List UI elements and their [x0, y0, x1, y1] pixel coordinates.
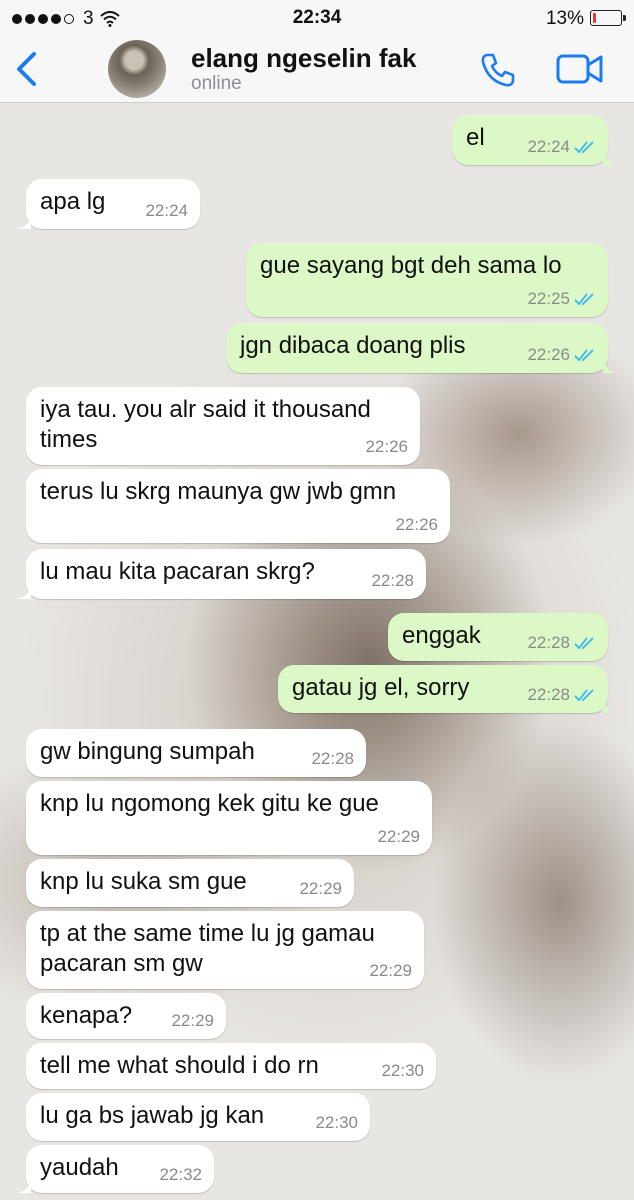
incoming-message-bubble[interactable]: yaudah 22:32 — [17, 1145, 214, 1193]
message-meta: 22:26 — [365, 437, 408, 457]
message-time: 22:29 — [299, 879, 342, 898]
message-text: enggak — [402, 622, 481, 649]
incoming-message-bubble[interactable]: knp lu suka sm gue 22:29 — [26, 859, 354, 907]
message-time: 22:26 — [527, 345, 570, 364]
message-time: 22:26 — [395, 515, 438, 534]
message-meta: 22:24 — [527, 137, 596, 157]
contact-status: online — [191, 73, 242, 94]
message-meta: 22:28 — [527, 685, 596, 705]
battery-icon — [590, 10, 626, 26]
incoming-message-bubble[interactable]: kenapa? 22:29 — [26, 993, 226, 1039]
outgoing-message-bubble[interactable]: gue sayang bgt deh sama lo 22:25 — [246, 243, 608, 317]
bubble-tail — [603, 699, 617, 713]
message-text: yaudah — [40, 1154, 119, 1181]
message-meta: 22:30 — [381, 1061, 424, 1081]
message-time: 22:29 — [171, 1011, 214, 1030]
message-meta: 22:29 — [369, 961, 412, 981]
message-time: 22:30 — [381, 1061, 424, 1080]
message-text: gatau jg el, sorry — [292, 674, 470, 701]
message-text: tp at the same time lu jg gamau pacaran … — [40, 920, 375, 977]
outgoing-message-bubble[interactable]: el 22:24 — [452, 115, 617, 165]
message-time: 22:26 — [365, 437, 408, 456]
avatar[interactable] — [108, 40, 166, 98]
incoming-message-bubble[interactable]: iya tau. you alr said it thousand times 2… — [26, 387, 420, 465]
message-meta: 22:29 — [171, 1011, 214, 1031]
message-text: knp lu suka sm gue — [40, 868, 247, 895]
chat-area[interactable]: el 22:24 apa lg 22:24 gue sayang bgt deh sam… — [0, 103, 634, 1200]
bubble-tail — [603, 151, 617, 165]
incoming-message-bubble[interactable]: tell me what should i do rn 22:30 — [26, 1043, 436, 1089]
message-time: 22:28 — [527, 633, 570, 652]
message-meta: 22:28 — [371, 571, 414, 591]
video-camera-icon[interactable] — [556, 52, 604, 86]
message-time: 22:29 — [377, 827, 420, 846]
bubble-tail — [603, 359, 617, 373]
message-time: 22:30 — [315, 1113, 358, 1132]
clock: 22:34 — [292, 7, 342, 28]
message-time: 22:28 — [371, 571, 414, 590]
message-time: 22:25 — [527, 289, 570, 308]
bubble-tail — [17, 215, 31, 229]
message-time: 22:24 — [527, 137, 570, 156]
message-text: terus lu skrg maunya gw jwb gmn — [40, 478, 397, 505]
chat-header: elang ngeselin fak online — [0, 36, 634, 103]
read-receipt-double-check-icon — [574, 293, 594, 306]
incoming-message-bubble[interactable]: tp at the same time lu jg gamau pacaran … — [26, 911, 424, 989]
message-meta: 22:26 — [527, 345, 596, 365]
message-meta: 22:28 — [527, 633, 596, 653]
chevron-left-icon[interactable] — [10, 50, 44, 88]
message-meta: 22:24 — [145, 201, 188, 221]
message-text: iya tau. you alr said it thousand times — [40, 396, 371, 453]
bubble-tail — [17, 1179, 31, 1193]
battery-level — [593, 13, 596, 23]
message-meta: 22:32 — [159, 1165, 202, 1185]
incoming-message-bubble[interactable]: apa lg 22:24 — [17, 179, 200, 229]
message-meta: 22:29 — [377, 827, 420, 847]
message-time: 22:28 — [311, 749, 354, 768]
message-text: el — [466, 124, 485, 151]
outgoing-message-bubble[interactable]: enggak 22:28 — [388, 613, 608, 661]
phone-icon[interactable] — [478, 50, 518, 90]
read-receipt-double-check-icon — [574, 689, 594, 702]
message-meta: 22:26 — [395, 515, 438, 535]
message-time: 22:29 — [369, 961, 412, 980]
message-text: gw bingung sumpah — [40, 738, 255, 765]
message-text: tell me what should i do rn — [40, 1052, 319, 1079]
read-receipt-double-check-icon — [574, 141, 594, 154]
outgoing-message-bubble[interactable]: jgn dibaca doang plis 22:26 — [226, 323, 617, 373]
message-text: kenapa? — [40, 1002, 133, 1029]
bubble-tail — [17, 585, 31, 599]
message-time: 22:28 — [527, 685, 570, 704]
incoming-message-bubble[interactable]: lu ga bs jawab jg kan 22:30 — [26, 1093, 370, 1141]
incoming-message-bubble[interactable]: terus lu skrg maunya gw jwb gmn 22:26 — [26, 469, 450, 543]
message-text: gue sayang bgt deh sama lo — [260, 252, 562, 279]
message-text: knp lu ngomong kek gitu ke gue — [40, 790, 379, 817]
message-meta: 22:28 — [311, 749, 354, 769]
incoming-message-bubble[interactable]: knp lu ngomong kek gitu ke gue 22:29 — [26, 781, 432, 855]
status-bar: 3 22:34 13% — [0, 0, 634, 36]
contact-name[interactable]: elang ngeselin fak — [191, 43, 416, 74]
message-time: 22:24 — [145, 201, 188, 220]
message-meta: 22:30 — [315, 1113, 358, 1133]
message-text: jgn dibaca doang plis — [240, 332, 466, 359]
battery-percentage: 13% — [545, 8, 584, 29]
read-receipt-double-check-icon — [574, 349, 594, 362]
message-text: apa lg — [40, 188, 106, 215]
outgoing-message-bubble[interactable]: gatau jg el, sorry 22:28 — [278, 665, 617, 713]
message-time: 22:32 — [159, 1165, 202, 1184]
incoming-message-bubble[interactable]: lu mau kita pacaran skrg? 22:28 — [17, 549, 426, 599]
read-receipt-double-check-icon — [574, 637, 594, 650]
message-meta: 22:29 — [299, 879, 342, 899]
message-text: lu mau kita pacaran skrg? — [40, 558, 315, 585]
incoming-message-bubble[interactable]: gw bingung sumpah 22:28 — [26, 729, 366, 777]
message-meta: 22:25 — [527, 289, 596, 309]
message-text: lu ga bs jawab jg kan — [40, 1102, 265, 1129]
